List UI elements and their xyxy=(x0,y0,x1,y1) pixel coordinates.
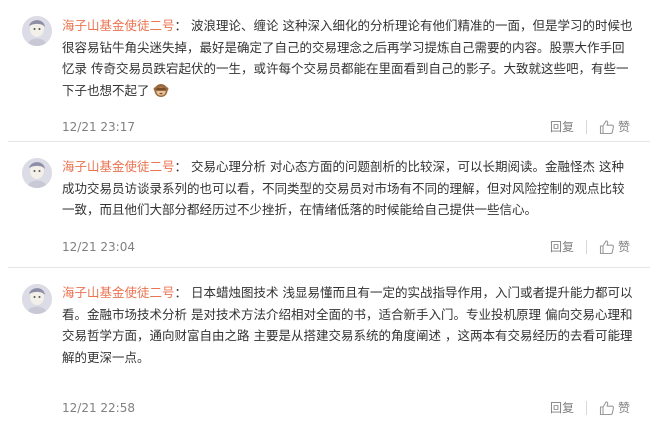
action-divider xyxy=(585,400,587,415)
comment-item: 海子山基金使徒二号： 交易心理分析 对心态方面的问题剖析的比较深，可以长期阅读。… xyxy=(8,142,650,268)
comment-content: 海子山基金使徒二号： 日本蜡烛图技术 浅显易懂而且有一定的实战指导作用，入门或者… xyxy=(62,282,636,368)
comment-item: 海子山基金使徒二号： 波浪理论、缠论 这种深入细化的分析理论有他们精准的一面，但… xyxy=(8,0,650,142)
username-colon: ： xyxy=(174,285,188,300)
action-divider xyxy=(585,239,587,254)
comment-content: 海子山基金使徒二号： 波浪理论、缠论 这种深入细化的分析理论有他们精准的一面，但… xyxy=(62,15,636,101)
like-button[interactable]: 赞 xyxy=(599,118,630,135)
comment-meta: 12/21 23:04 回复 赞 xyxy=(62,238,636,258)
thumbs-up-icon xyxy=(599,239,614,254)
like-label: 赞 xyxy=(617,240,630,254)
comment-content: 海子山基金使徒二号： 交易心理分析 对心态方面的问题剖析的比较深，可以长期阅读。… xyxy=(62,156,636,221)
comment-item: 海子山基金使徒二号： 日本蜡烛图技术 浅显易懂而且有一定的实战指导作用，入门或者… xyxy=(8,268,650,430)
action-divider xyxy=(585,119,587,134)
username-colon: ： xyxy=(174,18,188,33)
avatar[interactable] xyxy=(22,16,52,46)
reply-button[interactable]: 回复 xyxy=(550,399,574,416)
avatar[interactable] xyxy=(22,284,52,314)
like-button[interactable]: 赞 xyxy=(599,399,630,416)
comment-username[interactable]: 海子山基金使徒二号 xyxy=(62,285,175,300)
thumbs-up-icon xyxy=(599,400,614,415)
comment-timestamp: 12/21 23:17 xyxy=(62,120,135,134)
user-avatar-icon xyxy=(22,284,52,314)
comment-meta: 12/21 23:17 回复 赞 xyxy=(62,118,636,138)
comment-actions: 回复 赞 xyxy=(550,238,630,255)
user-avatar-icon xyxy=(22,16,52,46)
see-no-evil-monkey-icon xyxy=(153,82,169,98)
reply-button[interactable]: 回复 xyxy=(550,118,574,135)
thumbs-up-icon xyxy=(599,119,614,134)
like-button[interactable]: 赞 xyxy=(599,238,630,255)
comment-username[interactable]: 海子山基金使徒二号 xyxy=(62,18,175,33)
like-label: 赞 xyxy=(617,120,630,134)
user-avatar-icon xyxy=(22,158,52,188)
avatar[interactable] xyxy=(22,158,52,188)
comment-username[interactable]: 海子山基金使徒二号 xyxy=(62,159,175,174)
comment-timestamp: 12/21 23:04 xyxy=(62,240,135,254)
username-colon: ： xyxy=(174,159,188,174)
comment-actions: 回复 赞 xyxy=(550,118,630,135)
reply-button[interactable]: 回复 xyxy=(550,238,574,255)
comment-actions: 回复 赞 xyxy=(550,399,630,416)
like-label: 赞 xyxy=(617,401,630,415)
comment-timestamp: 12/21 22:58 xyxy=(62,401,135,415)
comment-meta: 12/21 22:58 回复 赞 xyxy=(62,399,636,419)
